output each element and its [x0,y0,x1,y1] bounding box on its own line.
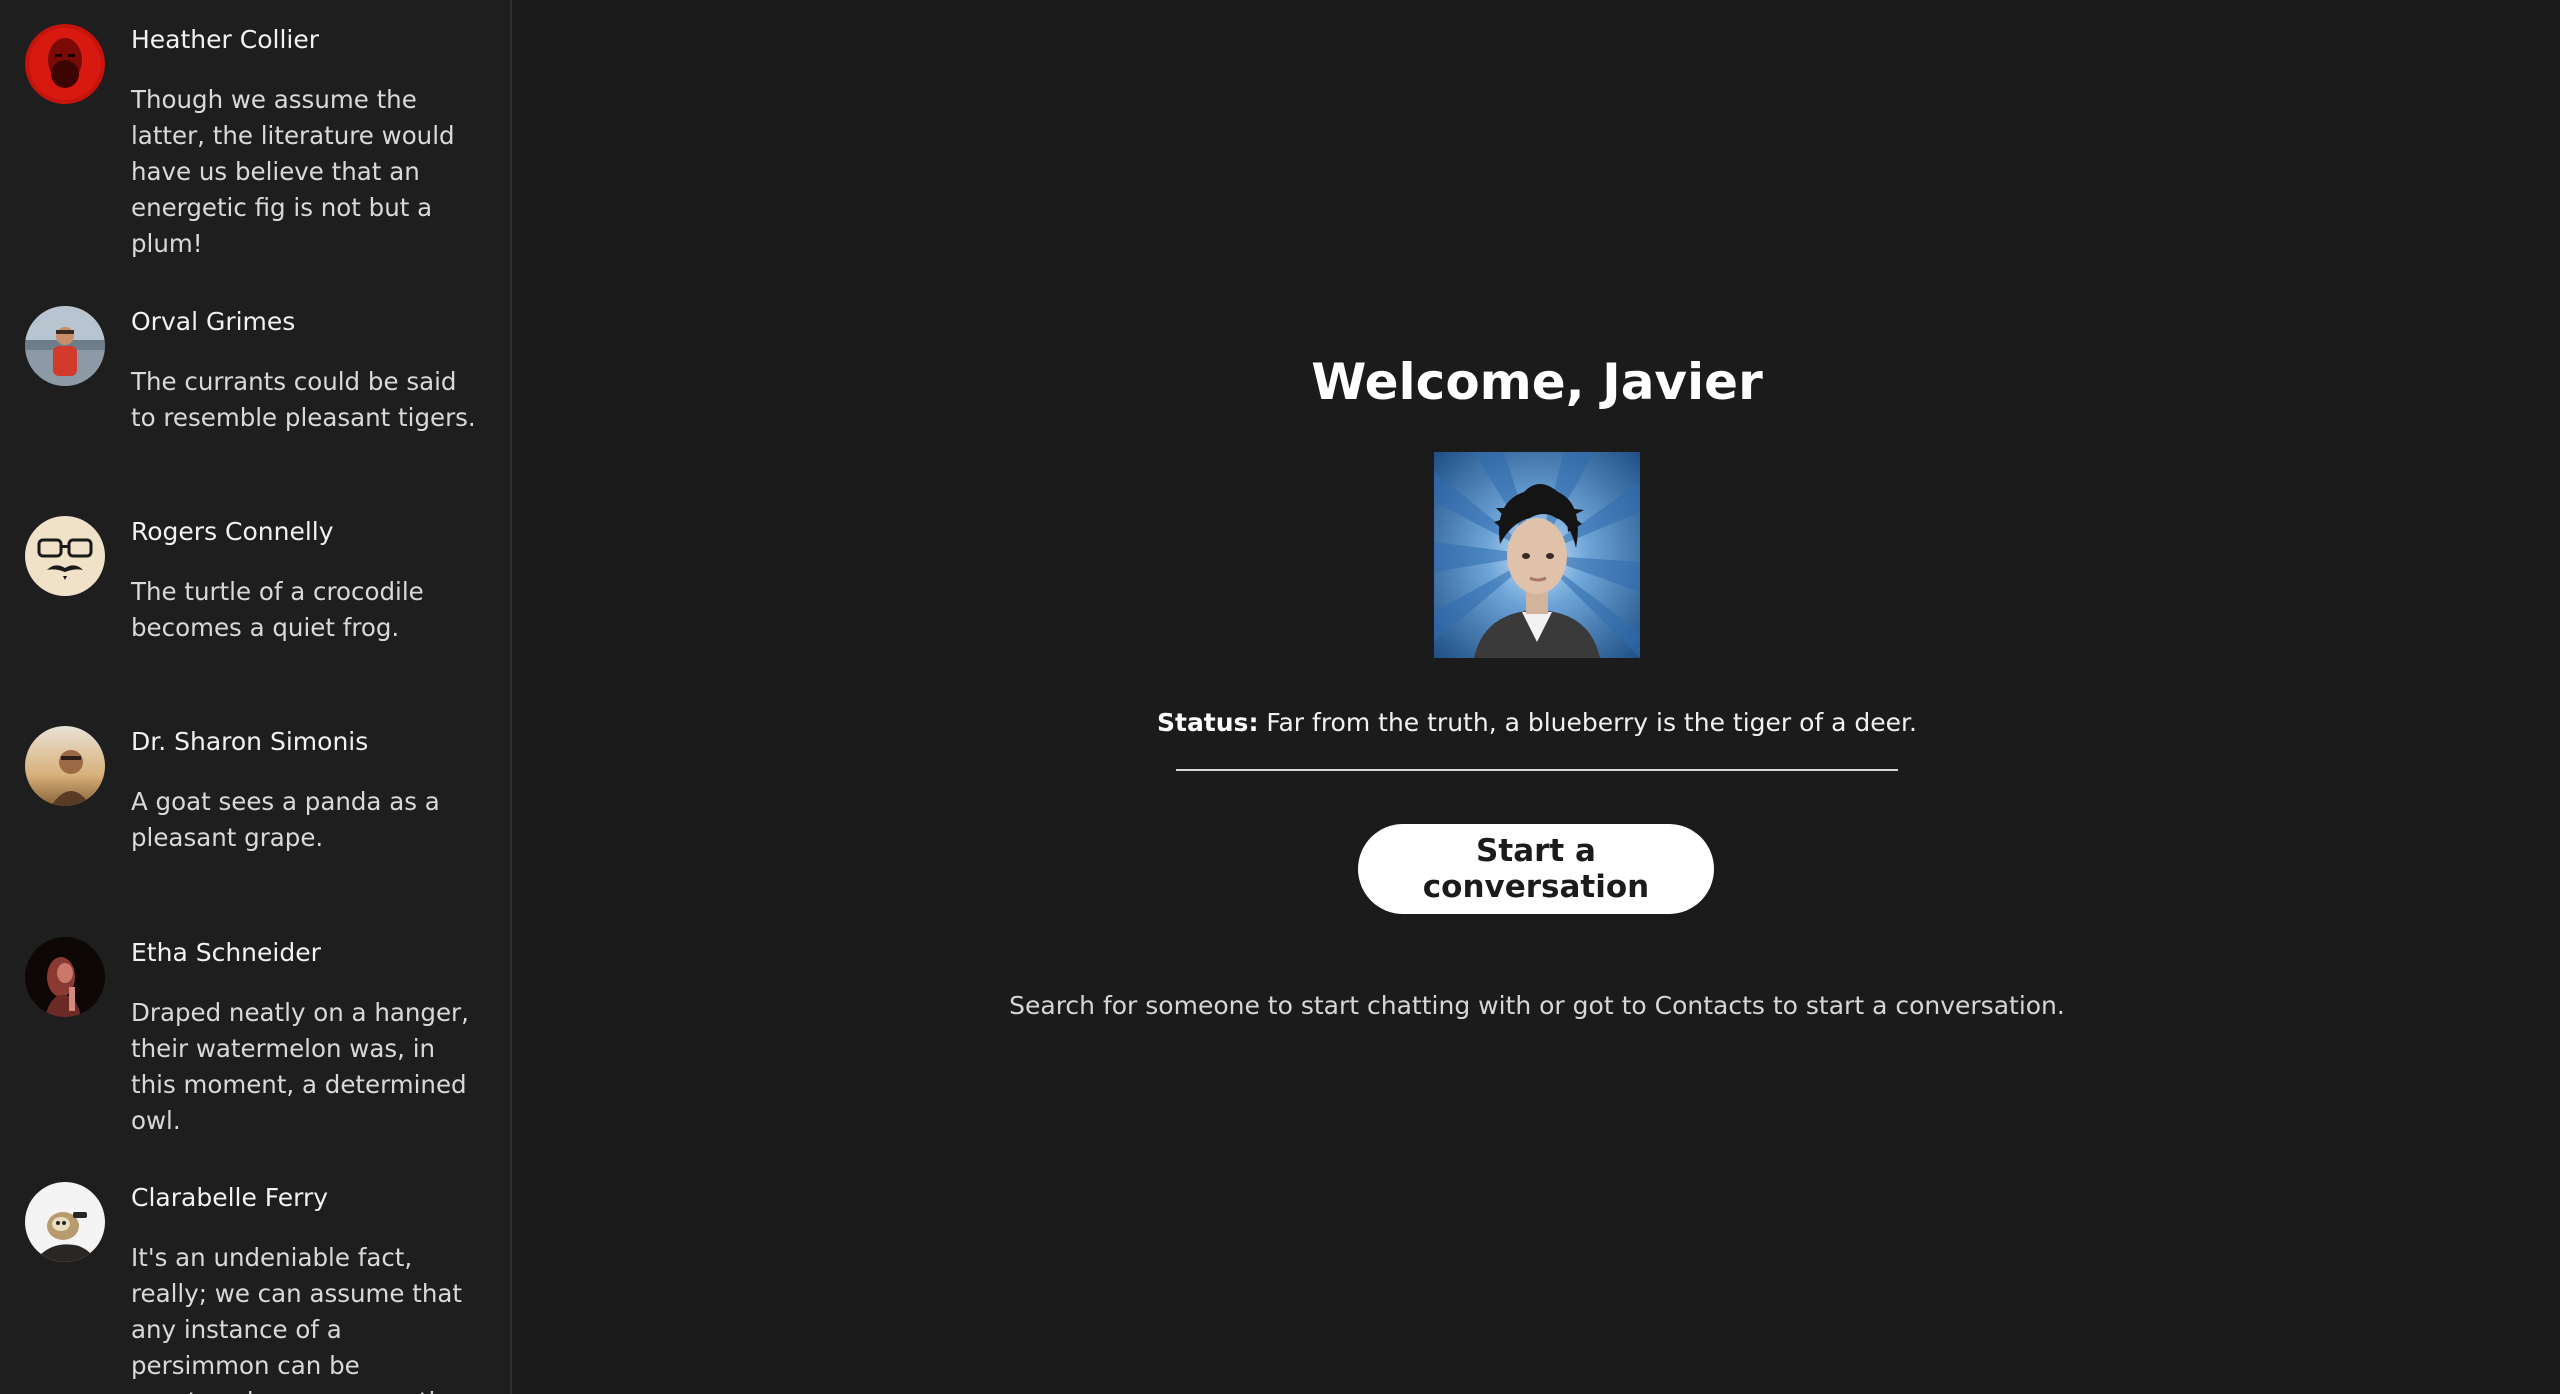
start-conversation-button[interactable]: Start a conversation [1358,824,1714,914]
contact-last-message: A goat sees a panda as a pleasant grape. [131,787,440,852]
contact-last-message: Though we assume the latter, the literat… [131,85,455,258]
status-label: Status: [1156,708,1259,737]
contact-item-clarabelle-ferry[interactable]: Clarabelle Ferry It's an undeniable fact… [0,1180,510,1394]
user-status: Status: Far from the truth, a blueberry … [514,705,2560,741]
contact-item-sharon-simonis[interactable]: Dr. Sharon Simonis A goat sees a panda a… [0,724,510,914]
welcome-heading: Welcome, Javier [1311,353,1763,411]
contact-last-message: It's an undeniable fact, really; we can … [131,1243,465,1394]
contact-item-heather-collier[interactable]: Heather Collier Though we assume the lat… [0,22,510,282]
contact-avatar [25,306,105,386]
search-hint-text: Search for someone to start chatting wit… [1009,991,2065,1020]
contact-avatar [25,937,105,1017]
contact-name: Rogers Connelly [131,517,334,546]
app: Heather Collier Though we assume the lat… [0,0,2560,1394]
welcome-panel: Welcome, Javier Status: Far from the tru… [514,0,2560,1394]
contact-name: Heather Collier [131,25,320,54]
contacts-sidebar[interactable]: Heather Collier Though we assume the lat… [0,0,512,1394]
profile-photo [1434,452,1640,658]
status-text: Far from the truth, a blueberry is the t… [1266,708,1917,737]
contact-name: Clarabelle Ferry [131,1183,329,1212]
contact-name: Etha Schneider [131,938,321,967]
contact-item-orval-grimes[interactable]: Orval Grimes The currants could be said … [0,304,510,494]
contact-item-etha-schneider[interactable]: Etha Schneider Draped neatly on a hanger… [0,935,510,1155]
contact-avatar [25,516,105,596]
contact-avatar [25,726,105,806]
contact-last-message: The currants could be said to resemble p… [131,367,476,432]
contact-last-message: The turtle of a crocodile becomes a quie… [131,577,424,642]
contact-avatar [25,24,105,104]
contact-last-message: Draped neatly on a hanger, their waterme… [131,998,469,1135]
contact-item-rogers-connelly[interactable]: Rogers Connelly The turtle of a crocodil… [0,514,510,704]
contact-avatar [25,1182,105,1262]
divider [1176,769,1898,771]
contact-name: Dr. Sharon Simonis [131,727,369,756]
contact-name: Orval Grimes [131,307,296,336]
